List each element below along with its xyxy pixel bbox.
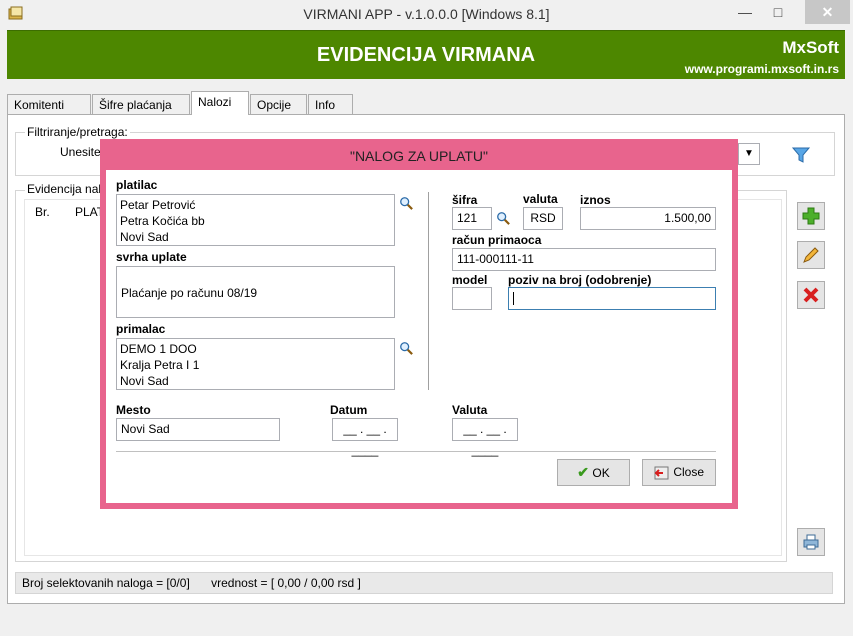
window-title: VIRMANI APP - v.1.0.0.0 [Windows 8.1] — [303, 6, 550, 22]
valuta-date-label: Valuta — [452, 403, 488, 417]
selected-value: vrednost = [ 0,00 / 0,00 rsd ] — [211, 576, 361, 590]
brand-name: MxSoft — [782, 38, 839, 57]
checkmark-icon: ✔ — [577, 464, 590, 480]
brand-website: www.programi.mxsoft.in.rs — [684, 62, 839, 76]
magnifier-icon — [497, 212, 510, 225]
status-bar: Broj selektovanih naloga = [0/0] vrednos… — [15, 572, 833, 594]
title-bar: VIRMANI APP - v.1.0.0.0 [Windows 8.1] — … — [0, 0, 853, 29]
app-header: EVIDENCIJA VIRMANA MxSoft www.programi.m… — [7, 30, 845, 79]
magnifier-icon — [400, 342, 413, 355]
filter-search-label: Unesite — [60, 145, 101, 159]
sifra-search-button[interactable] — [496, 211, 510, 228]
platilac-label: platilac — [116, 178, 158, 192]
valuta-date-input[interactable]: __ . __ . ____ — [452, 418, 518, 457]
primalac-line: DEMO 1 DOO — [120, 342, 197, 356]
close-button[interactable]: Close — [642, 459, 716, 486]
minimize-button[interactable]: — — [730, 0, 760, 24]
sifra-label: šifra — [452, 193, 478, 207]
model-label: model — [452, 273, 488, 287]
chevron-down-icon: ▼ — [744, 148, 754, 159]
poziv-input[interactable] — [508, 287, 716, 310]
filter-dropdown[interactable]: ▼ — [738, 143, 760, 165]
tab-sifre-placanja[interactable]: Šifre plaćanja — [92, 94, 190, 114]
model-input[interactable] — [452, 287, 492, 310]
tab-komitenti[interactable]: Komitenti — [7, 94, 91, 114]
platilac-search-button[interactable] — [399, 196, 413, 213]
horizontal-divider — [116, 451, 716, 452]
plus-icon — [802, 207, 820, 225]
vertical-divider — [428, 192, 429, 390]
selected-count: Broj selektovanih naloga = [0/0] — [22, 576, 190, 590]
iznos-input[interactable]: 1.500,00 — [580, 207, 716, 230]
mesto-label: Mesto — [116, 403, 151, 417]
sifra-input[interactable]: 121 — [452, 207, 492, 230]
filter-button[interactable] — [790, 144, 812, 166]
poziv-label: poziv na broj (odobrenje) — [508, 273, 652, 287]
primalac-line: Kralja Petra I 1 — [120, 358, 200, 372]
valuta-input[interactable]: RSD — [523, 207, 563, 230]
svrha-label: svrha uplate — [116, 250, 187, 264]
filter-icon — [791, 147, 811, 163]
delete-button[interactable] — [797, 281, 825, 309]
nalog-dialog: "NALOG ZA UPLATU" platilac Petar Petrovi… — [100, 139, 738, 509]
tab-opcije[interactable]: Opcije — [250, 94, 307, 114]
racun-input[interactable]: 111-000111-11 — [452, 248, 716, 271]
platilac-line: Petra Kočića bb — [120, 214, 205, 228]
list-group-label: Evidencija nal — [25, 182, 104, 196]
svrha-value: Plaćanje po računu 08/19 — [121, 286, 258, 300]
maximize-button[interactable]: □ — [763, 0, 793, 24]
mesto-input[interactable]: Novi Sad — [116, 418, 280, 441]
dialog-body: platilac Petar Petrović Petra Kočića bb … — [106, 170, 732, 503]
platilac-line: Novi Sad — [120, 230, 169, 244]
primalac-line: Novi Sad — [120, 374, 169, 388]
tab-info[interactable]: Info — [308, 94, 353, 114]
print-button[interactable] — [797, 528, 825, 556]
iznos-label: iznos — [580, 193, 611, 207]
close-label: Close — [673, 465, 705, 479]
racun-label: račun primaoca — [452, 233, 542, 247]
filter-group-label: Filtriranje/pretraga: — [25, 125, 130, 139]
exit-icon — [654, 466, 669, 480]
close-window-button[interactable]: ✕ — [805, 0, 850, 24]
svrha-field[interactable]: Plaćanje po računu 08/19 — [116, 266, 395, 318]
datum-input[interactable]: __ . __ . ____ — [332, 418, 398, 457]
primalac-search-button[interactable] — [399, 341, 413, 358]
add-button[interactable] — [797, 202, 825, 230]
red-x-icon — [803, 287, 819, 303]
col-header-br[interactable]: Br. — [35, 205, 50, 219]
printer-icon — [803, 534, 819, 550]
primalac-label: primalac — [116, 322, 166, 336]
primalac-field[interactable]: DEMO 1 DOO Kralja Petra I 1 Novi Sad — [116, 338, 395, 390]
magnifier-icon — [400, 197, 413, 210]
platilac-field[interactable]: Petar Petrović Petra Kočića bb Novi Sad — [116, 194, 395, 246]
datum-label: Datum — [330, 403, 368, 417]
ok-button[interactable]: ✔ OK — [557, 459, 630, 486]
dialog-title: "NALOG ZA UPLATU" — [349, 148, 489, 164]
ok-label: OK — [592, 466, 610, 480]
pencil-icon — [803, 247, 819, 263]
tab-nalozi[interactable]: Nalozi — [191, 91, 249, 115]
platilac-line: Petar Petrović — [120, 198, 196, 212]
edit-button[interactable] — [797, 241, 825, 269]
valuta-label: valuta — [523, 192, 558, 206]
text-cursor — [513, 292, 514, 306]
